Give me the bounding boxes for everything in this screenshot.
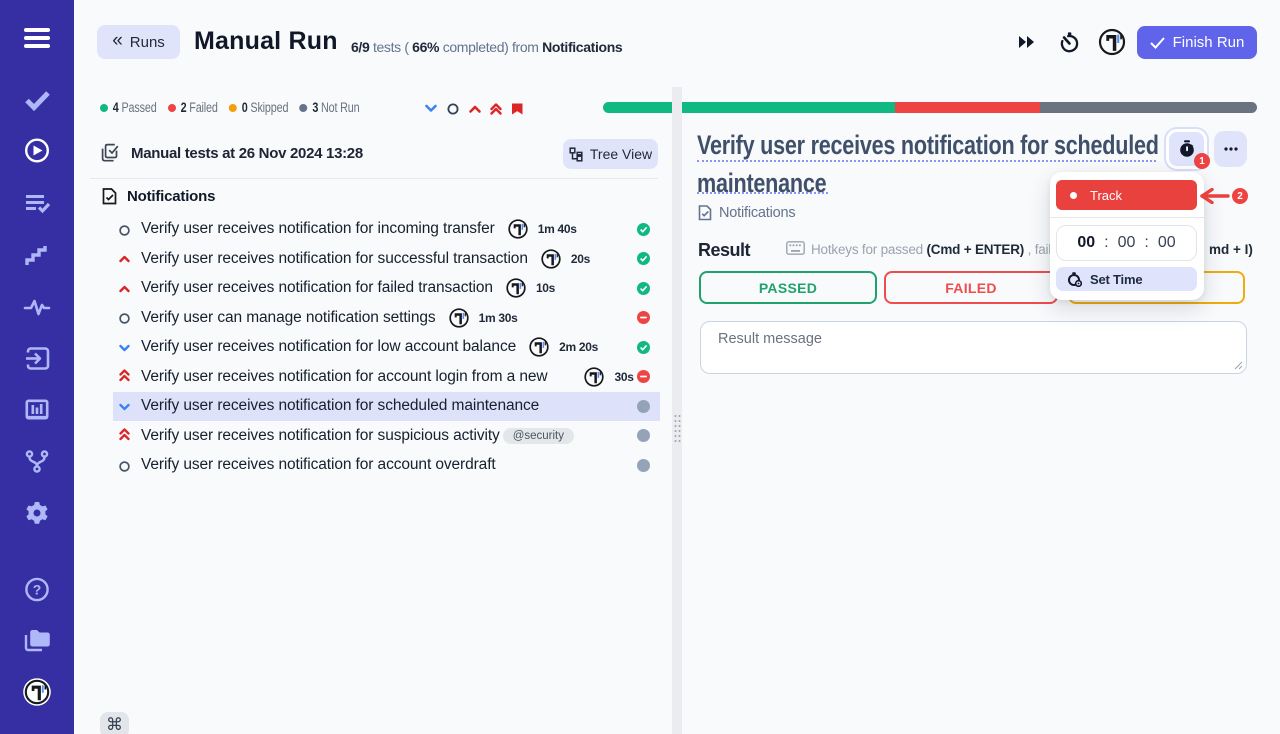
svg-text:?: ? bbox=[33, 582, 42, 598]
